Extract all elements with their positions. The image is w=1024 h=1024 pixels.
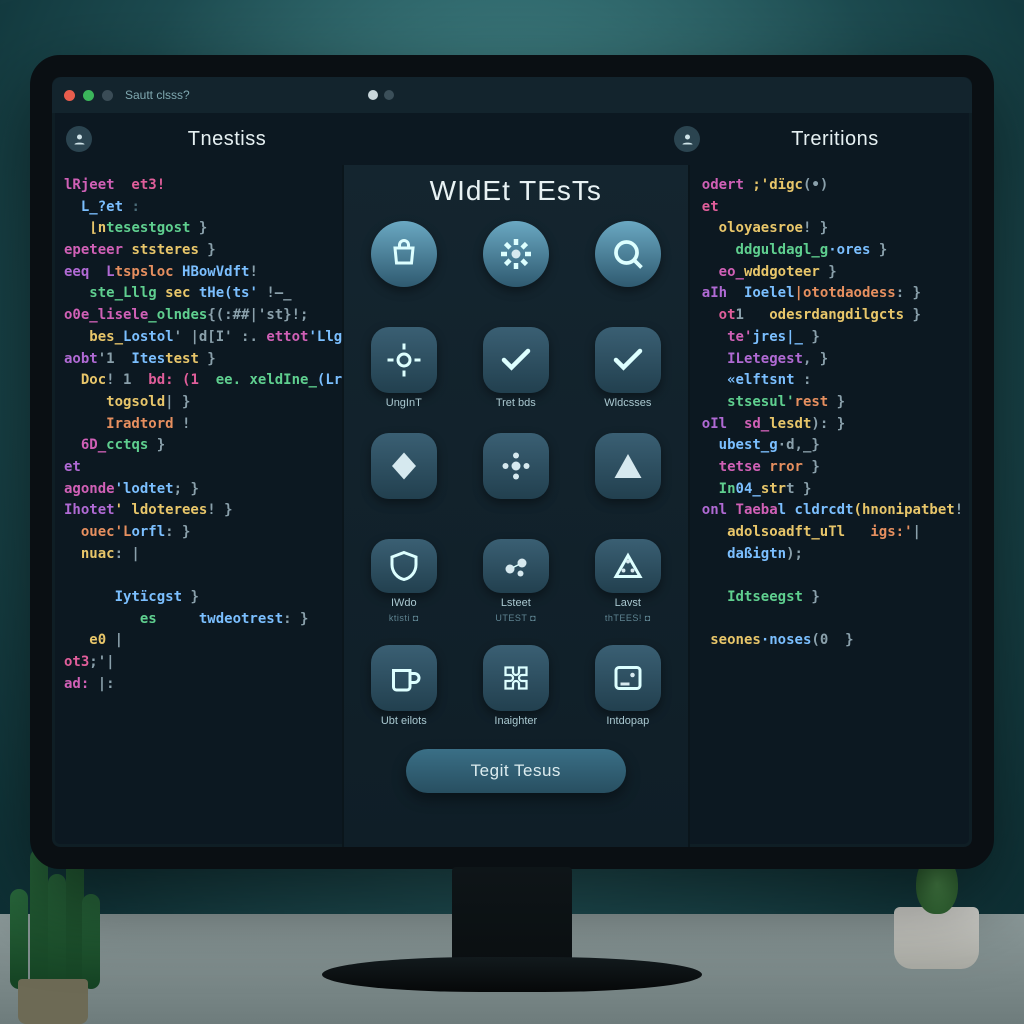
- tile-label: Lsteet: [501, 597, 531, 609]
- tile-sublabel: thTEES! ◘: [605, 613, 651, 623]
- panel-title: WIdEt TEsTs: [430, 175, 602, 207]
- widget-tile-Inaighter[interactable]: Inaighter: [474, 645, 558, 729]
- run-tests-button[interactable]: Tegit Tesus: [406, 749, 626, 793]
- tile-label: Inaighter: [494, 715, 537, 727]
- left-pane-title: Tnestiss: [104, 128, 350, 151]
- widget-tile-bag[interactable]: [362, 221, 446, 305]
- avatar-left-icon[interactable]: [66, 126, 92, 152]
- tab-indicator: [368, 90, 394, 100]
- plant-left: [8, 844, 98, 1024]
- traffic-max-icon[interactable]: [102, 90, 113, 101]
- widget-tile-diamond[interactable]: [362, 433, 446, 517]
- tile-label: UngInT: [386, 397, 422, 409]
- widget-tile-gear-flower[interactable]: [474, 221, 558, 305]
- widget-tile-lens[interactable]: [586, 221, 670, 305]
- tile-sublabel: ktisti ◘: [389, 613, 419, 623]
- traffic-min-icon[interactable]: [83, 90, 94, 101]
- widget-panel: WIdEt TEsTs UngInT Tret bds Wldcsses IWdo kt…: [344, 165, 688, 847]
- bag-icon: [371, 221, 437, 287]
- plant-right: [894, 907, 979, 969]
- code-pane-left[interactable]: lRjeet et3! L_?et : ⌊ntesestgost } epete…: [52, 165, 344, 847]
- tile-label: Tret bds: [496, 397, 536, 409]
- widget-tile-Ubt eilots[interactable]: Ubt eilots: [362, 645, 446, 729]
- widget-tile-nodes[interactable]: [474, 433, 558, 517]
- widget-tile-UngInT[interactable]: UngInT: [362, 327, 446, 411]
- lens-icon: [595, 221, 661, 287]
- tile-label: IWdo: [391, 597, 417, 609]
- tri-dots-icon: [595, 539, 661, 593]
- molecule-icon: [483, 539, 549, 593]
- widget-tile-Lavst[interactable]: Lavst thTEES! ◘: [586, 539, 670, 623]
- window-title: Sautt clsss?: [125, 88, 190, 102]
- avatar-right-icon[interactable]: [674, 126, 700, 152]
- code-pane-right[interactable]: odert ;'dïgc(•) et oloyaesroe! } ddgulda…: [688, 165, 972, 847]
- gear-flower-icon: [483, 221, 549, 287]
- puzzle-icon: [483, 645, 549, 711]
- header-bar: Tnestiss Treritions: [52, 113, 972, 165]
- widget-tile-Intdopap[interactable]: Intdopap: [586, 645, 670, 729]
- tile-label: Wldcsses: [604, 397, 651, 409]
- sun-gear-icon: [371, 327, 437, 393]
- widget-tile-Lsteet[interactable]: Lsteet UTEST ◘: [474, 539, 558, 623]
- shield-icon: [371, 539, 437, 593]
- diamond-icon: [371, 433, 437, 499]
- tile-label: Intdopap: [606, 715, 649, 727]
- tile-sublabel: UTEST ◘: [495, 613, 536, 623]
- monitor-frame: Sautt clsss? Tnestiss Treritions lRjeet …: [30, 55, 994, 869]
- tile-label: Lavst: [615, 597, 641, 609]
- widget-tile-triangle[interactable]: [586, 433, 670, 517]
- widget-tile-Tret bds[interactable]: Tret bds: [474, 327, 558, 411]
- check-icon: [595, 327, 661, 393]
- card-icon: [595, 645, 661, 711]
- nodes-icon: [483, 433, 549, 499]
- triangle-icon: [595, 433, 661, 499]
- window-titlebar: Sautt clsss?: [52, 77, 972, 113]
- check-icon: [483, 327, 549, 393]
- widget-tile-IWdo[interactable]: IWdo ktisti ◘: [362, 539, 446, 623]
- right-pane-title: Treritions: [712, 128, 958, 151]
- widget-tile-Wldcsses[interactable]: Wldcsses: [586, 327, 670, 411]
- traffic-close-icon[interactable]: [64, 90, 75, 101]
- mug-icon: [371, 645, 437, 711]
- tile-label: Ubt eilots: [381, 715, 427, 727]
